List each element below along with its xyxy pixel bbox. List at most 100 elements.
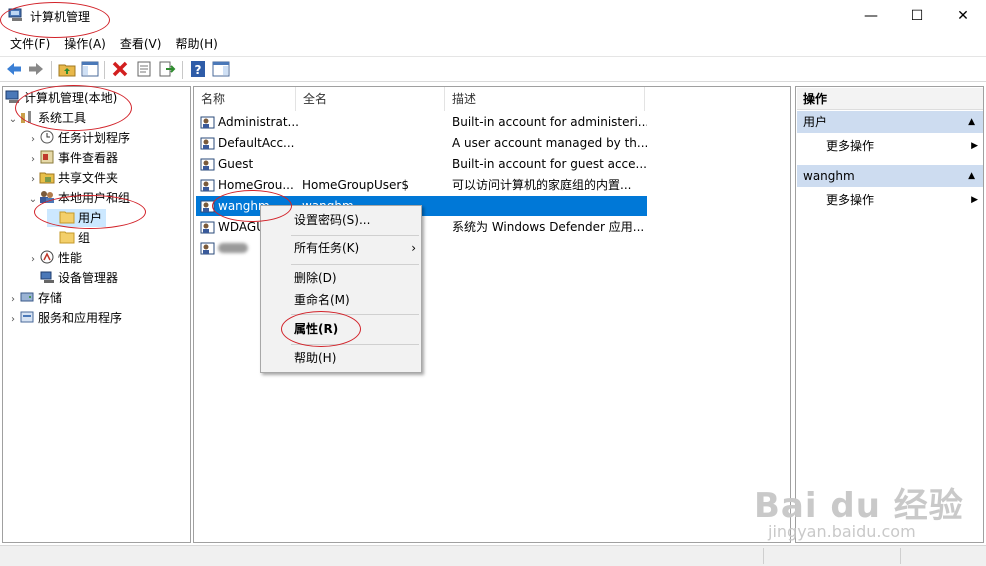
performance-icon	[40, 250, 54, 264]
actions-section-users[interactable]: 用户 ▲	[797, 111, 983, 133]
more-actions-label: 更多操作	[826, 139, 875, 153]
baidu-watermark-logo: Bai du 经验	[754, 486, 964, 526]
device-manager-icon	[40, 271, 54, 283]
menu-item-set-password[interactable]: 设置密码(S)...	[294, 210, 370, 230]
menu-item-help[interactable]: 帮助(H)	[294, 348, 336, 368]
menu-view[interactable]: 查看(V)	[113, 34, 169, 54]
tree-node-event-viewer[interactable]: › 事件查看器	[27, 149, 118, 167]
table-row[interactable]: Administrat... Built-in account for admi…	[196, 112, 647, 132]
tree-label: 共享文件夹	[58, 171, 119, 185]
annotation-ellipse-wanghm	[212, 190, 292, 222]
tree-node-groups[interactable]: 组	[47, 229, 90, 247]
menu-item-delete[interactable]: 删除(D)	[294, 268, 337, 288]
annotation-ellipse-users	[34, 195, 146, 229]
submenu-arrow-icon: ▶	[971, 141, 978, 151]
more-actions-wanghm[interactable]: 更多操作 ▶	[826, 190, 978, 210]
tree-node-task-scheduler[interactable]: › 任务计划程序	[27, 129, 130, 147]
menu-item-label: 所有任务(K)	[294, 241, 360, 255]
user-description-cell: A user account managed by th...	[452, 136, 647, 150]
column-header-name[interactable]: 名称	[194, 87, 296, 111]
toolbar: ?	[0, 56, 986, 82]
properties-icon[interactable]	[135, 60, 153, 78]
expand-chevron-icon[interactable]: ›	[27, 251, 39, 269]
user-icon	[200, 221, 215, 234]
help-icon[interactable]: ?	[189, 60, 207, 78]
submenu-arrow-icon: ▶	[971, 195, 978, 205]
maximize-button[interactable]: ☐	[894, 0, 940, 32]
tree-label: 服务和应用程序	[38, 311, 123, 325]
menu-item-rename[interactable]: 重命名(M)	[294, 290, 350, 310]
user-name-cell: DefaultAcc...	[218, 136, 295, 150]
menu-bar: 文件(F) 操作(A) 查看(V) 帮助(H)	[0, 34, 986, 54]
collapse-up-icon[interactable]: ▲	[968, 165, 975, 187]
actions-pane: 操作 用户 ▲ 更多操作 ▶ wanghm ▲ 更多操作 ▶	[795, 86, 984, 543]
folder-icon	[59, 231, 75, 244]
user-fullname-cell: HomeGroupUser$	[302, 178, 409, 192]
storage-icon	[20, 292, 34, 302]
actions-section-wanghm[interactable]: wanghm ▲	[797, 165, 983, 187]
tree-label: 设备管理器	[58, 271, 119, 285]
tree-node-shared-folders[interactable]: › 共享文件夹	[27, 169, 118, 187]
delete-icon[interactable]	[111, 60, 129, 78]
show-hide-tree-icon[interactable]	[81, 60, 99, 78]
user-icon	[200, 179, 215, 192]
title-bar: 计算机管理 — ☐ ✕	[0, 0, 986, 32]
status-bar	[0, 545, 986, 566]
user-icon	[200, 116, 215, 129]
table-row[interactable]: DefaultAcc... A user account managed by …	[196, 133, 647, 153]
svg-text:?: ?	[195, 63, 202, 77]
more-actions-users[interactable]: 更多操作 ▶	[826, 136, 978, 156]
tree-label: 事件查看器	[58, 151, 119, 165]
expand-chevron-icon[interactable]: ›	[27, 131, 39, 149]
expand-chevron-icon[interactable]: ›	[7, 311, 19, 329]
export-icon[interactable]	[158, 60, 176, 78]
actions-title: 操作	[797, 88, 983, 110]
blurred-username	[218, 243, 248, 253]
menu-item-all-tasks[interactable]: 所有任务(K) ›	[294, 238, 416, 258]
tree-node-services-apps[interactable]: › 服务和应用程序	[7, 309, 122, 327]
show-hide-action-pane-icon[interactable]	[212, 60, 230, 78]
section-label: 用户	[803, 115, 828, 129]
context-menu: 设置密码(S)... 所有任务(K) › 删除(D) 重命名(M) 属性(R) 帮…	[260, 205, 422, 373]
user-description-cell: 可以访问计算机的家庭组的内置...	[452, 178, 632, 192]
tree-label: 性能	[58, 251, 83, 265]
annotation-ellipse-properties	[281, 311, 361, 347]
up-folder-icon[interactable]	[58, 60, 76, 78]
back-icon[interactable]	[5, 60, 23, 78]
annotation-ellipse-title	[0, 2, 110, 38]
console-tree: 计算机管理(本地) ⌄ 系统工具 › 任务计划程序 › 事件查看器 › 共享文件夹 ⌄ 本…	[2, 86, 191, 543]
event-viewer-icon	[40, 150, 54, 164]
clock-icon	[40, 130, 54, 144]
user-description-cell: Built-in account for guest acce...	[452, 157, 647, 171]
column-header-fullname[interactable]: 全名	[296, 87, 445, 111]
forward-icon[interactable]	[27, 60, 45, 78]
column-header-description[interactable]: 描述	[445, 87, 645, 111]
tree-node-storage[interactable]: › 存储	[7, 289, 62, 307]
user-icon	[200, 242, 215, 255]
more-actions-label: 更多操作	[826, 193, 875, 207]
user-name-cell: Administrat...	[218, 115, 298, 129]
tree-node-performance[interactable]: › 性能	[27, 249, 82, 267]
expand-chevron-icon[interactable]: ›	[7, 291, 19, 309]
tree-label: 组	[78, 231, 91, 245]
table-row[interactable]: Guest Built-in account for guest acce...	[196, 154, 647, 174]
shared-folder-icon	[39, 172, 55, 184]
tree-node-device-manager[interactable]: 设备管理器	[27, 269, 118, 287]
close-button[interactable]: ✕	[940, 0, 986, 32]
expand-chevron-icon[interactable]: ›	[27, 171, 39, 189]
user-description-cell: Built-in account for administeri...	[452, 115, 647, 129]
submenu-arrow-icon: ›	[411, 241, 416, 255]
user-name-cell: Guest	[218, 157, 254, 171]
services-icon	[20, 311, 34, 323]
tree-label: 存储	[38, 291, 63, 305]
tree-label: 任务计划程序	[58, 131, 131, 145]
user-icon	[200, 137, 215, 150]
menu-help[interactable]: 帮助(H)	[168, 34, 224, 54]
user-description-cell: 系统为 Windows Defender 应用...	[452, 220, 645, 234]
annotation-ellipse-tree-root	[15, 85, 132, 131]
expand-chevron-icon[interactable]: ›	[27, 151, 39, 169]
collapse-up-icon[interactable]: ▲	[968, 111, 975, 133]
minimize-button[interactable]: —	[848, 0, 894, 32]
baidu-watermark-url: jingyan.baidu.com	[768, 522, 916, 541]
section-label: wanghm	[803, 169, 855, 183]
